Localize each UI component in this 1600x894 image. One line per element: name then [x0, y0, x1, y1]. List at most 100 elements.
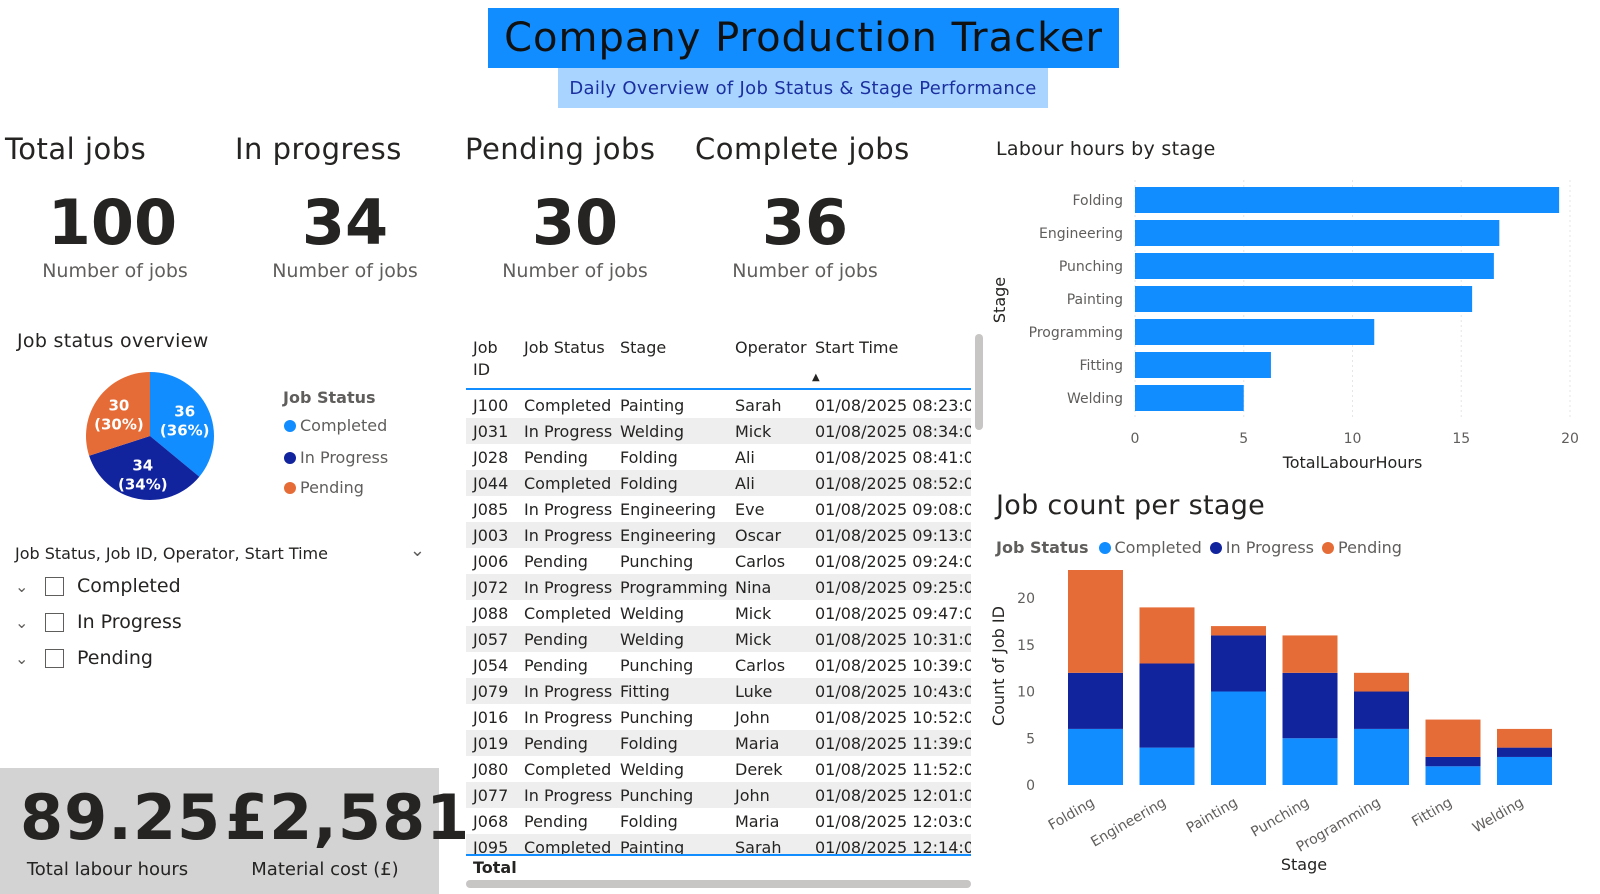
- stacked-bar-segment-pending[interactable]: [1425, 719, 1481, 757]
- stacked-bar-segment-in-progress[interactable]: [1211, 635, 1266, 692]
- bar-folding[interactable]: [1135, 187, 1560, 213]
- kpi-card-in-progress[interactable]: In progress 34 Number of jobs: [235, 132, 455, 282]
- table-horizontal-scrollbar[interactable]: [466, 880, 971, 888]
- column-header-start-time[interactable]: Start Time: [815, 337, 898, 359]
- table-row[interactable]: J068 Pending Folding Maria 01/08/2025 12:03:…: [466, 808, 971, 834]
- legend-label: In Progress: [1225, 538, 1314, 557]
- table-row[interactable]: J054 Pending Punching Carlos 01/08/2025 10:3…: [466, 652, 971, 678]
- table-cell: Punching: [620, 786, 694, 805]
- legend-item-completed[interactable]: Completed: [1098, 538, 1202, 557]
- stacked-bar-segment-pending[interactable]: [1354, 672, 1409, 692]
- kpi-card-complete-jobs[interactable]: Complete jobs 36 Number of jobs: [695, 132, 915, 282]
- table-cell: 01/08/2025 08:34:00: [815, 422, 971, 441]
- stacked-bar-segment-completed[interactable]: [1282, 738, 1338, 785]
- bar-fitting[interactable]: [1135, 352, 1271, 378]
- card-material-cost[interactable]: £2,581 Material cost (£): [225, 783, 469, 881]
- table-row[interactable]: J072 In Progress Programming Nina 01/08/2025…: [466, 574, 971, 600]
- pie-legend-item-in-progress[interactable]: In Progress: [284, 448, 388, 467]
- legend-item-in-progress[interactable]: In Progress: [1209, 538, 1314, 557]
- chevron-down-icon[interactable]: ⌄: [15, 577, 41, 596]
- table-vertical-scrollbar[interactable]: [975, 334, 983, 430]
- slicer-item-pending[interactable]: ⌄ Pending: [15, 647, 153, 669]
- stacked-bar-segment-in-progress[interactable]: [1354, 691, 1409, 729]
- table-cell: In Progress: [524, 422, 613, 441]
- labour-hours-bar-chart[interactable]: 0 5 10 15 20 Folding Engineering Punching Painti…: [990, 175, 1600, 485]
- stacked-bar-segment-pending[interactable]: [1497, 728, 1552, 748]
- y-tick-label: Engineering: [1039, 226, 1123, 242]
- slicer-item-in-progress[interactable]: ⌄ In Progress: [15, 611, 182, 633]
- kpi-value: 34: [301, 186, 389, 259]
- legend-dot-icon: [1098, 541, 1111, 554]
- column-header-stage[interactable]: Stage: [620, 337, 666, 359]
- table-row[interactable]: J044 Completed Folding Ali 01/08/2025 08:52:…: [466, 470, 971, 496]
- table-row[interactable]: J077 In Progress Punching John 01/08/2025 12…: [466, 782, 971, 808]
- checkbox[interactable]: [45, 612, 64, 632]
- bar-welding[interactable]: [1135, 385, 1244, 411]
- table-row[interactable]: J028 Pending Folding Ali 01/08/2025 08:41:00: [466, 444, 971, 470]
- stacked-bar-segment-completed[interactable]: [1425, 766, 1481, 785]
- stacked-bar-segment-in-progress[interactable]: [1139, 663, 1195, 748]
- table-cell: J088: [473, 604, 509, 623]
- stacked-bar-segment-completed[interactable]: [1354, 728, 1409, 785]
- table-cell: In Progress: [524, 682, 613, 701]
- card-total-labour-hours[interactable]: 89.25 Total labour hours: [20, 783, 220, 881]
- stacked-bar-segment-in-progress[interactable]: [1068, 672, 1123, 729]
- table-row[interactable]: J085 In Progress Engineering Eve 01/08/2025 …: [466, 496, 971, 522]
- stacked-bar-segment-completed[interactable]: [1068, 728, 1123, 785]
- stacked-bar-segment-in-progress[interactable]: [1425, 756, 1481, 767]
- table-row[interactable]: J088 Completed Welding Mick 01/08/2025 09:47…: [466, 600, 971, 626]
- slicer-header-label: Job Status, Job ID, Operator, Start Time: [15, 544, 328, 563]
- column-header-operator[interactable]: Operator: [735, 337, 807, 359]
- stacked-bar-segment-pending[interactable]: [1139, 607, 1195, 664]
- checkbox[interactable]: [45, 648, 64, 668]
- legend-item-pending[interactable]: Pending: [1322, 538, 1402, 557]
- legend-dot-icon: [1322, 541, 1334, 554]
- report-title: Company Production Tracker: [504, 15, 1103, 61]
- chevron-down-icon[interactable]: ⌄: [410, 540, 425, 561]
- pie-legend-item-completed[interactable]: Completed: [284, 416, 387, 435]
- slicer-item-completed[interactable]: ⌄ Completed: [15, 575, 181, 597]
- table-row[interactable]: J100 Completed Painting Sarah 01/08/2025 08:…: [466, 392, 971, 418]
- stacked-bar-segment-completed[interactable]: [1139, 747, 1195, 785]
- column-header-job-status[interactable]: Job Status: [524, 337, 605, 359]
- table-row[interactable]: J080 Completed Welding Derek 01/08/2025 11:5…: [466, 756, 971, 782]
- slicer-item-label: Completed: [77, 575, 181, 597]
- table-cell: In Progress: [524, 526, 613, 545]
- bar-engineering[interactable]: [1135, 220, 1500, 246]
- table-cell: Sarah: [735, 838, 782, 854]
- stacked-bar-segment-completed[interactable]: [1211, 691, 1266, 785]
- chevron-down-icon[interactable]: ⌄: [15, 649, 41, 668]
- table-row[interactable]: J006 Pending Punching Carlos 01/08/2025 09:2…: [466, 548, 971, 574]
- bar-programming[interactable]: [1135, 319, 1375, 345]
- chevron-down-icon[interactable]: ⌄: [15, 613, 41, 632]
- kpi-subtitle: Number of jobs: [732, 260, 878, 282]
- table-body: J100 Completed Painting Sarah 01/08/2025 08:…: [466, 392, 971, 854]
- kpi-card-pending-jobs[interactable]: Pending jobs 30 Number of jobs: [465, 132, 685, 282]
- pie-legend-item-pending[interactable]: Pending: [284, 478, 364, 497]
- stacked-bar-segment-pending[interactable]: [1068, 570, 1123, 673]
- stacked-bar-segment-in-progress[interactable]: [1497, 747, 1552, 757]
- table-row[interactable]: J031 In Progress Welding Mick 01/08/2025 08:…: [466, 418, 971, 444]
- table-cell: Welding: [620, 630, 685, 649]
- table-cell: J080: [473, 760, 509, 779]
- table-row[interactable]: J079 In Progress Fitting Luke 01/08/2025 10:…: [466, 678, 971, 704]
- table-row[interactable]: J016 In Progress Punching John 01/08/2025 10…: [466, 704, 971, 730]
- column-header-job-id[interactable]: Job ID: [473, 337, 513, 381]
- table-cell: J079: [473, 682, 509, 701]
- bar-painting[interactable]: [1135, 286, 1473, 312]
- table-row[interactable]: J003 In Progress Engineering Oscar 01/08/202…: [466, 522, 971, 548]
- checkbox[interactable]: [45, 576, 64, 596]
- stacked-bar-segment-pending[interactable]: [1211, 626, 1266, 636]
- bar-punching[interactable]: [1135, 253, 1494, 279]
- stacked-bar-segment-completed[interactable]: [1497, 756, 1552, 785]
- kpi-card-total-jobs[interactable]: Total jobs 100 Number of jobs: [5, 132, 225, 282]
- stacked-bar-segment-in-progress[interactable]: [1282, 672, 1338, 739]
- sort-ascending-icon[interactable]: ▲: [812, 372, 820, 383]
- job-count-stacked-bar-chart[interactable]: 0 5 10 15 20 FoldingEngineering Painting Punchi…: [990, 570, 1600, 894]
- table-row[interactable]: J019 Pending Folding Maria 01/08/2025 11:39:…: [466, 730, 971, 756]
- stacked-bar-segment-pending[interactable]: [1282, 635, 1338, 673]
- table-row[interactable]: J057 Pending Welding Mick 01/08/2025 10:31:0…: [466, 626, 971, 652]
- table-row[interactable]: J095 Completed Painting Sarah 01/08/2025 12:…: [466, 834, 971, 854]
- jobs-table[interactable]: Job ID Job Status Stage Operator Start T…: [466, 334, 971, 878]
- job-status-pie-chart[interactable]: 36(36%) 34(34%) 30(30%): [70, 370, 230, 520]
